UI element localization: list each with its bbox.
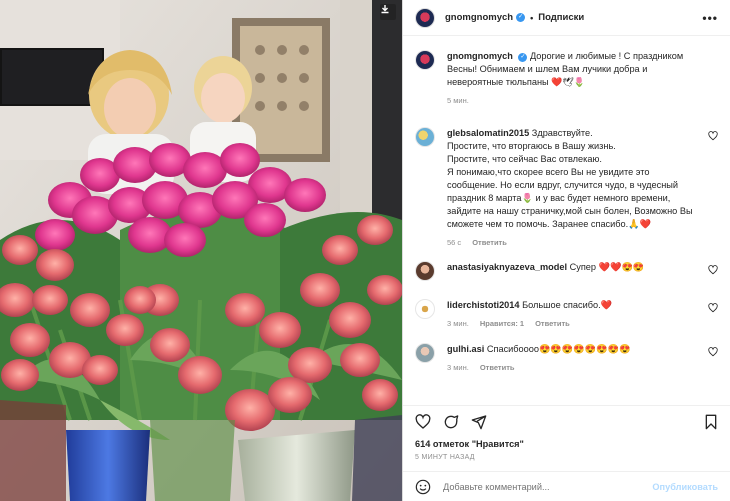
comment-username[interactable]: liderchistoti2014 [447, 300, 520, 310]
comment-username[interactable]: gulhi.asi [447, 344, 484, 354]
comment-username[interactable]: glebsalomatin2015 [447, 128, 529, 138]
comment-text: Спасибоооо😍😍😍😍😍😍😍😍 [486, 344, 631, 354]
more-options-icon[interactable]: ••• [702, 11, 718, 25]
share-icon[interactable] [471, 414, 487, 430]
reply-button[interactable]: Ответить [472, 238, 507, 247]
emoji-icon[interactable] [415, 479, 431, 495]
instagram-post: gnomgnomych ✓ • Подписки ••• gnomgnomych… [0, 0, 730, 501]
caption-username[interactable]: gnomgnomych [447, 51, 513, 61]
likes-count[interactable]: 614 отметок "Нравится" [403, 439, 730, 449]
comment-text: Большое спасибо.❤️ [522, 300, 613, 310]
author-avatar-small[interactable] [415, 50, 435, 70]
post-date: 5 МИНУТ НАЗАД [415, 454, 475, 461]
commenter-avatar[interactable] [415, 261, 435, 281]
bookmark-icon[interactable] [704, 414, 718, 430]
caption-time: 5 мин. [447, 96, 469, 105]
like-heart-icon[interactable] [415, 413, 431, 430]
author-username[interactable]: gnomgnomych [445, 12, 513, 23]
commenter-avatar[interactable] [415, 343, 435, 363]
comment-icon[interactable] [443, 414, 459, 430]
commenter-avatar[interactable] [415, 299, 435, 319]
comment-text: Супер ❤️❤️😍😍 [569, 262, 645, 272]
download-icon[interactable] [380, 4, 396, 20]
following-button[interactable]: Подписки [538, 12, 584, 23]
comment-time: 56 с [447, 238, 462, 247]
add-comment-bar: Опубликовать [403, 471, 730, 501]
caption-emoji: ❤️🕊🌷 [551, 77, 586, 87]
comment-text: Здравствуйте. Простите, что вторгаюсь в … [447, 128, 693, 229]
comment-item: anastasiyaknyazeva_model Супер ❤️❤️😍😍 [415, 261, 718, 281]
post-sidebar: gnomgnomych ✓ • Подписки ••• gnomgnomych… [402, 0, 730, 501]
heart-icon[interactable] [708, 303, 718, 313]
separator-dot: • [530, 12, 534, 23]
comment-time: 3 мин. [447, 363, 469, 372]
comment-time: 3 мин. [447, 319, 469, 328]
verified-icon: ✓ [516, 13, 526, 22]
publish-button[interactable]: Опубликовать [652, 482, 718, 492]
verified-icon: ✓ [518, 53, 528, 62]
comment-input[interactable] [443, 481, 653, 492]
post-actions [403, 405, 730, 437]
comment-username[interactable]: anastasiyaknyazeva_model [447, 262, 567, 272]
author-avatar[interactable] [415, 7, 435, 28]
reply-button[interactable]: Ответить [535, 319, 570, 328]
comment-item: liderchistoti2014 Большое спасибо.❤️ 3 м… [415, 299, 718, 328]
commenter-avatar[interactable] [415, 127, 435, 147]
heart-icon[interactable] [708, 265, 718, 275]
reply-button[interactable]: Ответить [480, 363, 515, 372]
comment-likes[interactable]: Нравится: 1 [480, 319, 524, 328]
heart-icon[interactable] [708, 347, 718, 357]
comments-list: gnomgnomych ✓ Дорогие и любимые ! С праз… [403, 36, 730, 405]
tulips-photo [0, 0, 402, 501]
comment-item: gulhi.asi Спасибоооо😍😍😍😍😍😍😍😍 3 мин. Отве… [415, 343, 718, 372]
post-header: gnomgnomych ✓ • Подписки ••• [403, 0, 730, 36]
heart-icon[interactable] [708, 131, 718, 141]
post-photo[interactable] [0, 0, 402, 501]
comment-item: glebsalomatin2015 Здравствуйте. Простите… [415, 127, 718, 247]
post-caption: gnomgnomych ✓ Дорогие и любимые ! С праз… [415, 50, 718, 105]
